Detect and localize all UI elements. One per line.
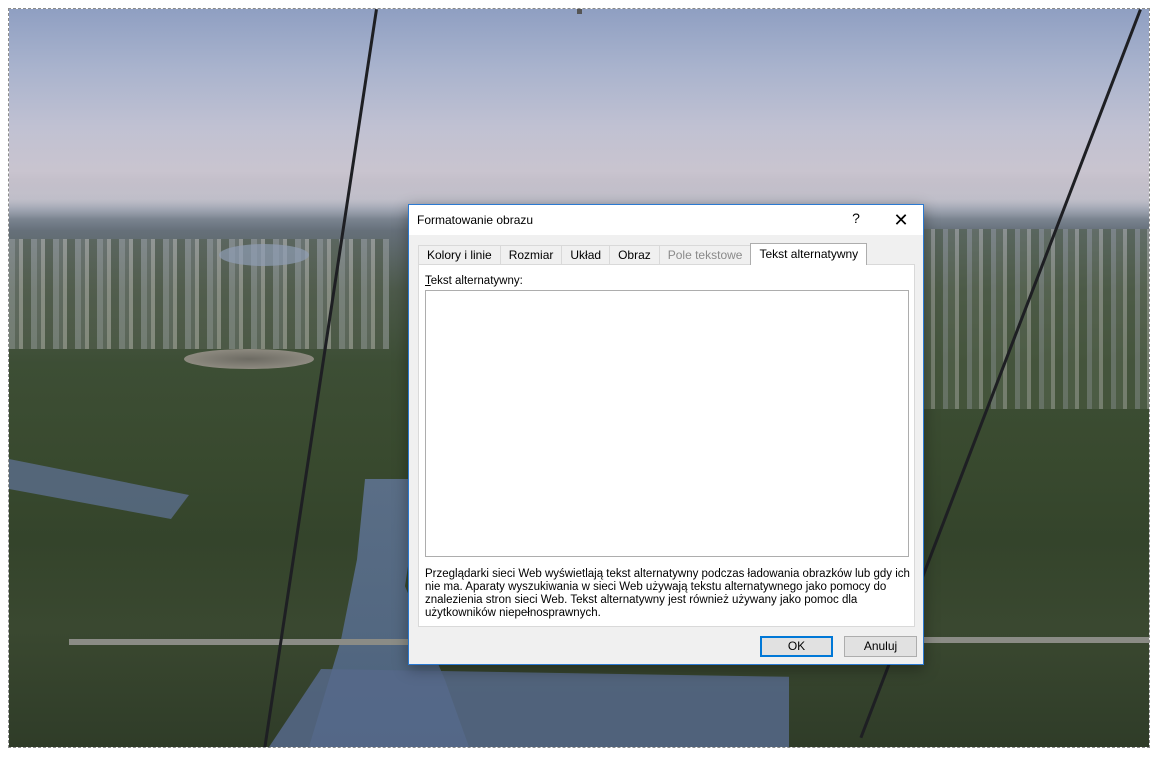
question-mark-icon[interactable]: ? (846, 210, 866, 226)
tab-layout[interactable]: Układ (561, 245, 611, 265)
alt-text-label: Tekst alternatywny: (425, 275, 523, 287)
dialog-titlebar[interactable]: Formatowanie obrazu ? ✕ (409, 205, 923, 235)
tab-colors-and-lines[interactable]: Kolory i linie (418, 245, 501, 265)
tab-alt-text[interactable]: Tekst alternatywny (750, 243, 868, 265)
close-icon[interactable]: ✕ (889, 208, 913, 232)
dialog-title: Formatowanie obrazu (417, 213, 534, 227)
tab-size[interactable]: Rozmiar (499, 245, 563, 265)
alt-text-panel: Tekst alternatywny: Przeglądarki sieci W… (418, 264, 915, 627)
tab-strip: Kolory i linie Rozmiar Układ Obraz Pole … (418, 243, 868, 265)
alt-text-description: Przeglądarki sieci Web wyświetlają tekst… (425, 568, 910, 619)
alt-text-input[interactable] (425, 290, 909, 557)
tab-text-box: Pole tekstowe (658, 245, 752, 265)
cancel-button[interactable]: Anuluj (844, 636, 917, 657)
alt-text-label-rest: ekst alternatywny: (430, 275, 523, 287)
picture-resize-handle-top[interactable] (577, 9, 582, 14)
ok-button[interactable]: OK (760, 636, 833, 657)
format-picture-dialog: Formatowanie obrazu ? ✕ Kolory i linie R… (408, 204, 924, 665)
tab-picture[interactable]: Obraz (609, 245, 660, 265)
